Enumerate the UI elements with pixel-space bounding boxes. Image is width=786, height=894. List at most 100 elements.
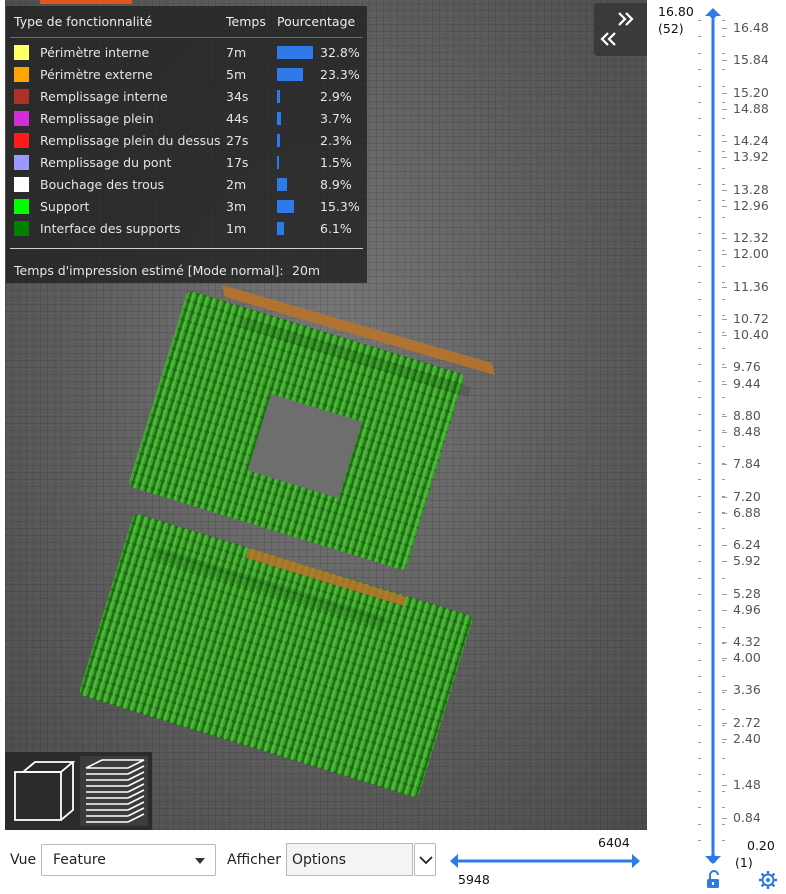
layer-tick-label: 6.88 [733,504,761,520]
layer-tick-label: 4.00 [733,650,761,666]
legend-row: Support 3m 15.3% [6,196,367,218]
layer-minor-tick [698,151,701,152]
legend-bar [277,134,280,147]
layer-tick-label: 8.80 [733,407,761,423]
unlock-icon[interactable] [703,870,723,890]
layer-tick-mark [722,141,727,143]
layer-minor-tick [698,364,701,365]
view-layers-button[interactable] [80,756,148,826]
layer-tick-label: 4.32 [733,634,761,649]
legend-swatch [14,155,29,170]
layer-minor-tick [698,282,701,283]
layer-bottom-height: 0.20 [747,838,775,853]
legend-feature-name: Périmètre interne [40,45,150,60]
legend-bar [277,178,287,191]
layer-tick-mark [722,432,727,433]
layer-tick-label: 1.48 [733,777,761,793]
layer-minor-tick [722,594,725,595]
view-label: Vue [10,852,37,868]
gear-icon[interactable] [758,870,778,890]
layer-minor-tick [722,807,725,808]
legend-percent: 23.3% [320,67,360,82]
move-slider-high: 6404 [598,835,630,850]
layer-minor-tick [698,86,701,87]
layer-tick-label: 16.48 [733,20,769,36]
layer-tick-mark [722,108,727,110]
view-3d-button[interactable] [11,758,77,824]
layer-minor-tick [698,168,701,169]
legend-swatch [14,89,29,104]
layer-minor-tick [698,512,701,513]
layer-minor-tick [698,217,701,218]
layer-minor-tick [722,824,725,825]
layer-minor-tick [698,528,701,529]
layer-minor-tick [722,217,725,218]
layer-tick-label: 2.72 [733,714,761,730]
layer-minor-tick [722,86,725,87]
layer-minor-tick [698,627,701,628]
layers-icon [85,759,145,823]
legend-percent: 2.9% [320,89,352,104]
layer-minor-tick [698,824,701,825]
layer-tick-mark [722,157,727,159]
layer-minor-tick [698,36,701,37]
legend-percent: 2.3% [320,133,352,148]
layer-minor-tick [722,118,725,119]
layer-minor-tick [698,545,701,546]
legend-time: 17s [226,155,249,170]
layer-minor-tick [698,561,701,562]
options-combo[interactable]: Options [286,843,413,876]
layer-minor-tick [698,446,701,447]
view-type-dropdown[interactable]: Feature [41,844,216,876]
layer-minor-tick [722,315,725,316]
chevron-down-icon [195,858,205,864]
layer-minor-tick [698,610,701,611]
layer-minor-tick [698,709,701,710]
layer-minor-tick [698,118,701,119]
layer-tick-mark [722,415,727,417]
legend-swatch [14,177,29,192]
layer-minor-tick [698,20,701,21]
layer-minor-tick [722,512,725,513]
layer-tick-mark [722,335,727,337]
legend-row: Périmètre interne 7m 32.8% [6,42,367,64]
bottom-toolbar: Vue Feature Afficher Options 6404 5948 [0,830,648,894]
legend-percent: 3.7% [320,111,352,126]
legend-feature-name: Interface des supports [40,221,181,236]
layer-minor-tick [698,840,701,841]
layer-tick-mark [722,658,727,660]
layer-tick-mark [722,367,727,369]
layer-minor-tick [722,446,725,447]
layer-minor-tick [722,135,725,136]
gcode-preview-app: Type de fonctionnalité Temps Pourcentage… [0,0,786,894]
layer-tick-label: 5.92 [733,553,761,569]
layer-minor-tick [722,381,725,382]
legend-feature-name: Bouchage des trous [40,177,165,192]
layer-minor-tick [698,381,701,382]
layer-minor-tick [698,135,701,136]
legend-bar [277,68,303,81]
layer-tick-label: 9.76 [733,359,761,375]
layer-minor-tick [698,102,701,103]
layer-tick-label: 2.40 [733,730,761,746]
layer-tick-label: 15.20 [733,84,769,100]
options-value: Options [292,852,347,868]
layer-slider[interactable]: 16.80 (52) 16.48 15.84 15.20 14.88 14.24 13.9… [648,0,786,894]
legend-swatch [14,111,29,126]
estimate-value: 20m [292,263,321,278]
layer-minor-tick [722,69,725,70]
show-label: Afficher [227,852,282,868]
layer-tick-mark [722,238,727,240]
legend-bar [277,46,313,59]
layer-minor-tick [722,151,725,152]
move-slider-track [450,854,640,868]
collapse-sidebar-button[interactable] [594,3,647,56]
options-dropdown-button[interactable] [414,843,436,876]
layer-minor-tick [698,200,701,201]
layer-minor-tick [722,233,725,234]
layer-minor-tick [698,742,701,743]
move-slider[interactable]: 6404 5948 [448,835,642,894]
legend-row: Remplissage du pont 17s 1.5% [6,152,367,174]
layer-tick-label: 0.84 [733,809,761,825]
legend-percent: 1.5% [320,155,352,170]
